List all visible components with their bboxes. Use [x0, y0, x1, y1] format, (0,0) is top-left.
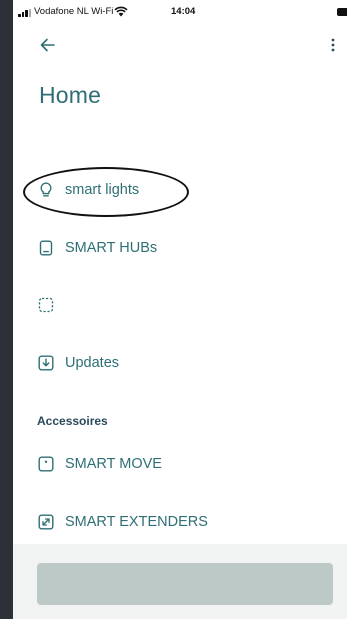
menu-item-unlabeled[interactable] — [37, 291, 65, 319]
lightbulb-icon — [37, 181, 55, 199]
menu-item-label: SMART HUBs — [65, 240, 158, 256]
menu-item-label: smart lights — [65, 182, 140, 198]
motion-sensor-icon — [37, 455, 55, 473]
carrier-label: Vodafone NL Wi-Fi — [34, 6, 114, 17]
more-options-button[interactable] — [327, 35, 339, 55]
arrow-left-icon — [40, 38, 55, 52]
extender-icon — [37, 513, 55, 531]
menu-item-smart-lights[interactable]: smart lights — [37, 176, 139, 204]
primary-action-button[interactable] — [37, 563, 333, 605]
more-vertical-icon — [331, 38, 335, 52]
menu-item-label: SMART EXTENDERS — [65, 514, 208, 530]
dashed-square-icon — [37, 296, 55, 314]
status-bar: Vodafone NL Wi-Fi 14:04 — [13, 0, 347, 20]
menu-item-smart-move[interactable]: SMART MOVE — [37, 450, 162, 478]
menu-item-smart-extenders[interactable]: SMART EXTENDERS — [37, 508, 208, 536]
menu-item-label: Updates — [65, 355, 120, 371]
back-button[interactable] — [37, 35, 59, 55]
menu-item-label: SMART MOVE — [65, 456, 162, 472]
hub-device-icon — [37, 239, 55, 257]
bottom-bar — [13, 544, 347, 619]
battery-icon — [337, 8, 347, 16]
page-title: Home — [39, 82, 102, 108]
wifi-icon — [114, 6, 128, 17]
status-time: 14:04 — [171, 6, 196, 17]
menu-item-updates[interactable]: Updates — [37, 349, 119, 377]
signal-icon — [18, 9, 32, 17]
download-box-icon — [37, 354, 55, 372]
menu-item-smart-hubs[interactable]: SMART HUBs — [37, 234, 157, 262]
app-screen: Vodafone NL Wi-Fi 14:04 Home smart light… — [13, 0, 347, 619]
section-title-accessories: Accessoires — [37, 414, 108, 428]
